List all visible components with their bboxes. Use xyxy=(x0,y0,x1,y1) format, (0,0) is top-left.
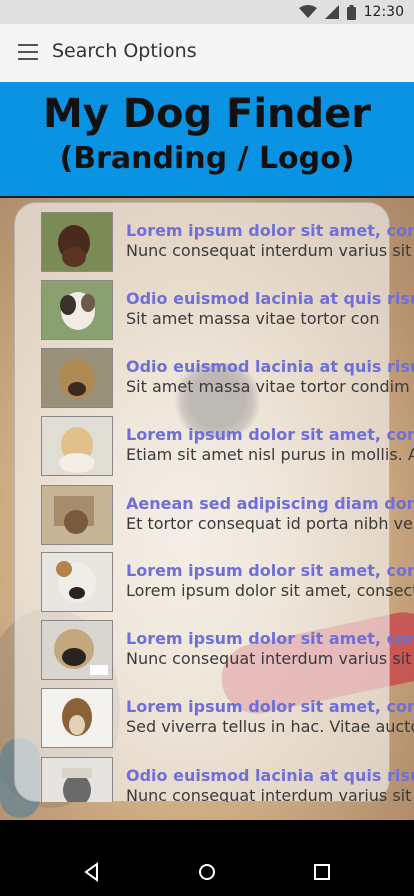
item-title: Lorem ipsum dolor sit amet, conse xyxy=(126,697,414,716)
home-icon[interactable] xyxy=(195,860,219,884)
item-title: Lorem ipsum dolor sit amet, conse xyxy=(126,629,414,648)
list-item[interactable]: Lorem ipsum dolor sit amet, conse Nunc c… xyxy=(0,620,414,680)
dog-thumbnail[interactable] xyxy=(41,348,113,408)
list-item[interactable]: Aenean sed adipiscing diam donec Et tort… xyxy=(0,485,414,545)
status-bar: 12:30 xyxy=(0,0,414,24)
dog-thumbnail[interactable] xyxy=(41,757,113,802)
back-icon[interactable] xyxy=(80,860,104,884)
hamburger-menu-icon[interactable] xyxy=(18,44,38,60)
item-subtitle: Sit amet massa vitae tortor con xyxy=(126,309,380,328)
dog-thumbnail[interactable] xyxy=(41,485,113,545)
item-subtitle: Sit amet massa vitae tortor condim xyxy=(126,377,410,396)
page-title: Search Options xyxy=(52,40,197,62)
dog-list[interactable]: Lorem ipsum dolor sit amet, con Nunc con… xyxy=(0,202,414,802)
app-bar: Search Options xyxy=(0,24,414,83)
list-item[interactable]: Lorem ipsum dolor sit amet, conse Sed vi… xyxy=(0,688,414,748)
dog-thumbnail[interactable] xyxy=(41,552,113,612)
item-title: Lorem ipsum dolor sit amet, conse xyxy=(126,425,414,444)
item-title: Aenean sed adipiscing diam donec xyxy=(126,494,414,513)
item-subtitle: Nunc consequat interdum varius sit a xyxy=(126,241,414,260)
signal-icon xyxy=(324,5,339,19)
battery-icon xyxy=(346,4,356,20)
item-title: Odio euismod lacinia at quis risu xyxy=(126,357,414,376)
dog-thumbnail[interactable] xyxy=(41,280,113,340)
branding-banner: My Dog Finder (Branding / Logo) xyxy=(0,82,414,198)
item-title: Lorem ipsum dolor sit amet, conse xyxy=(126,561,414,580)
recents-icon[interactable] xyxy=(310,860,334,884)
list-item[interactable]: Odio euismod lacinia at quis risu Sit am… xyxy=(0,348,414,408)
wifi-icon xyxy=(298,5,317,19)
item-subtitle: Etiam sit amet nisl purus in mollis. Ac xyxy=(126,445,414,464)
item-subtitle: Sed viverra tellus in hac. Vitae auctor xyxy=(126,717,414,736)
dog-thumbnail[interactable] xyxy=(41,416,113,476)
item-subtitle: Nunc consequat interdum varius sit a xyxy=(126,786,414,802)
item-subtitle: Lorem ipsum dolor sit amet, consect xyxy=(126,581,414,600)
banner-title: My Dog Finder xyxy=(42,91,372,137)
list-item[interactable]: Lorem ipsum dolor sit amet, con Nunc con… xyxy=(0,212,414,272)
item-subtitle: Et tortor consequat id porta nibh ver xyxy=(126,514,414,533)
item-title: Lorem ipsum dolor sit amet, con xyxy=(126,221,414,240)
system-nav-bar xyxy=(0,848,414,896)
list-item[interactable]: Odio euismod lacinia at quis risus. Sit … xyxy=(0,280,414,340)
list-item[interactable]: Lorem ipsum dolor sit amet, conse Etiam … xyxy=(0,416,414,476)
item-title: Odio euismod lacinia at quis risus. xyxy=(126,289,414,308)
dog-thumbnail[interactable] xyxy=(41,212,113,272)
list-item[interactable]: Lorem ipsum dolor sit amet, conse Lorem … xyxy=(0,552,414,612)
item-title: Odio euismod lacinia at quis risus. xyxy=(126,766,414,785)
dog-thumbnail[interactable] xyxy=(41,620,113,680)
item-subtitle: Nunc consequat interdum varius sit a xyxy=(126,649,414,668)
status-time: 12:30 xyxy=(363,4,404,20)
banner-subtitle: (Branding / Logo) xyxy=(59,141,355,176)
dog-thumbnail[interactable] xyxy=(41,688,113,748)
list-item[interactable]: Odio euismod lacinia at quis risus. Nunc… xyxy=(0,757,414,802)
